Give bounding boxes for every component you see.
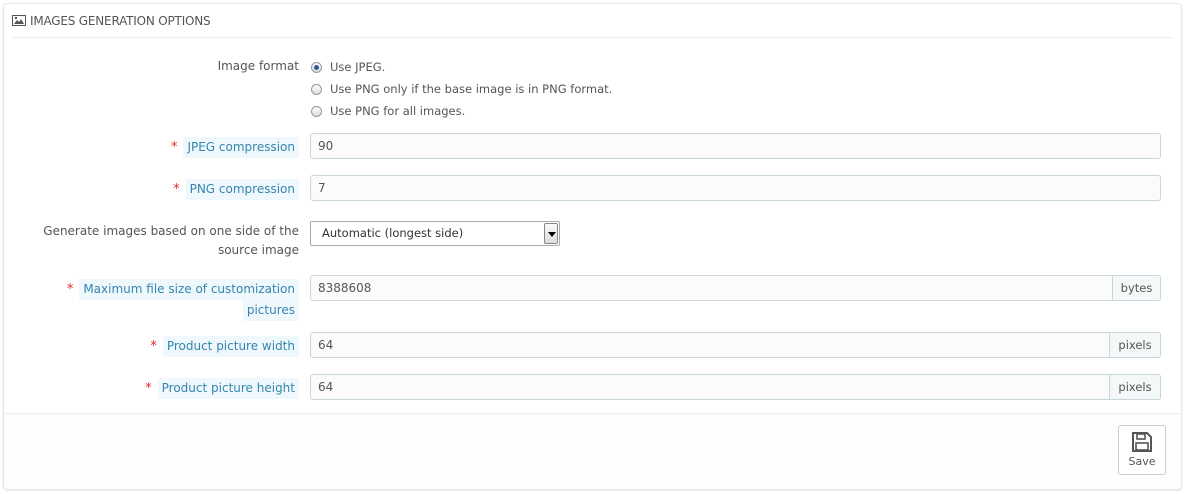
radio-option-png-if-base-png[interactable]: Use PNG only if the base image is in PNG…: [310, 78, 612, 100]
generate-side-row: Generate images based on one side of the…: [4, 221, 1181, 262]
png-compression-row: * PNG compression 7: [4, 175, 1181, 201]
radio-button[interactable]: [311, 61, 322, 73]
jpeg-compression-row: * JPEG compression 90: [4, 133, 1181, 159]
required-marker: *: [66, 282, 74, 297]
product-width-group: 64 pixels: [310, 332, 1161, 358]
png-compression-hint[interactable]: PNG compression: [185, 179, 299, 200]
select-value: Automatic (longest side): [322, 226, 464, 240]
pixels-addon: pixels: [1110, 332, 1161, 358]
image-icon: [12, 15, 26, 26]
radio-label: Use PNG for all images.: [330, 104, 466, 118]
dropdown-arrow-icon[interactable]: [544, 223, 558, 244]
generate-side-select[interactable]: Automatic (longest side): [310, 221, 560, 246]
panel-footer: Save: [4, 413, 1181, 489]
generate-side-label-line2: source image: [217, 243, 299, 257]
product-height-hint[interactable]: Product picture height: [157, 378, 299, 399]
save-button[interactable]: Save: [1118, 425, 1166, 475]
product-width-hint[interactable]: Product picture width: [162, 336, 299, 357]
jpeg-compression-label: * JPEG compression: [171, 137, 299, 158]
jpeg-compression-hint[interactable]: JPEG compression: [183, 137, 299, 158]
max-file-size-hint[interactable]: Maximum file size of customization: [79, 279, 299, 300]
radio-option-use-jpeg[interactable]: Use JPEG.: [310, 56, 612, 78]
radio-button[interactable]: [311, 105, 322, 117]
product-width-input[interactable]: 64: [310, 332, 1110, 358]
image-format-options: Use JPEG. Use PNG only if the base image…: [310, 56, 612, 122]
save-label: Save: [1128, 455, 1156, 468]
product-width-label: * Product picture width: [150, 336, 299, 357]
product-height-label: * Product picture height: [145, 378, 299, 399]
generate-side-label-line1: Generate images based on one side of the: [43, 224, 299, 238]
pixels-addon: pixels: [1110, 374, 1161, 400]
max-file-size-group: 8388608 bytes: [310, 275, 1161, 301]
image-format-label: Image format: [217, 59, 299, 73]
product-height-row: * Product picture height 64 pixels: [4, 374, 1181, 400]
png-compression-input[interactable]: 7: [310, 175, 1161, 201]
radio-label: Use PNG only if the base image is in PNG…: [330, 82, 613, 96]
max-file-size-row: * Maximum file size of customization pict…: [4, 275, 1181, 321]
product-width-row: * Product picture width 64 pixels: [4, 332, 1181, 358]
product-height-input[interactable]: 64: [310, 374, 1110, 400]
generate-side-label: Generate images based on one side of the…: [43, 222, 299, 260]
jpeg-compression-input[interactable]: 90: [310, 133, 1161, 159]
required-marker: *: [170, 140, 178, 155]
required-marker: *: [173, 182, 180, 197]
panel-title: IMAGES GENERATION OPTIONS: [30, 13, 211, 28]
images-generation-options-panel: IMAGES GENERATION OPTIONS Image format U…: [3, 3, 1182, 490]
png-compression-label: * PNG compression: [173, 179, 299, 200]
max-file-size-hint-line2[interactable]: pictures: [242, 300, 299, 321]
floppy-disk-icon: [1132, 432, 1152, 452]
radio-option-png-all[interactable]: Use PNG for all images.: [310, 100, 612, 122]
product-height-group: 64 pixels: [310, 374, 1161, 400]
radio-label: Use JPEG.: [330, 60, 386, 74]
panel-heading: IMAGES GENERATION OPTIONS: [12, 4, 1173, 38]
radio-button[interactable]: [311, 83, 322, 95]
required-marker: *: [145, 381, 152, 396]
max-file-size-label: * Maximum file size of customization pict…: [67, 279, 299, 321]
max-file-size-input[interactable]: 8388608: [310, 275, 1113, 301]
image-format-row: Image format Use JPEG. Use PNG only if t…: [4, 56, 1181, 126]
required-marker: *: [150, 339, 157, 354]
bytes-addon: bytes: [1113, 275, 1161, 301]
